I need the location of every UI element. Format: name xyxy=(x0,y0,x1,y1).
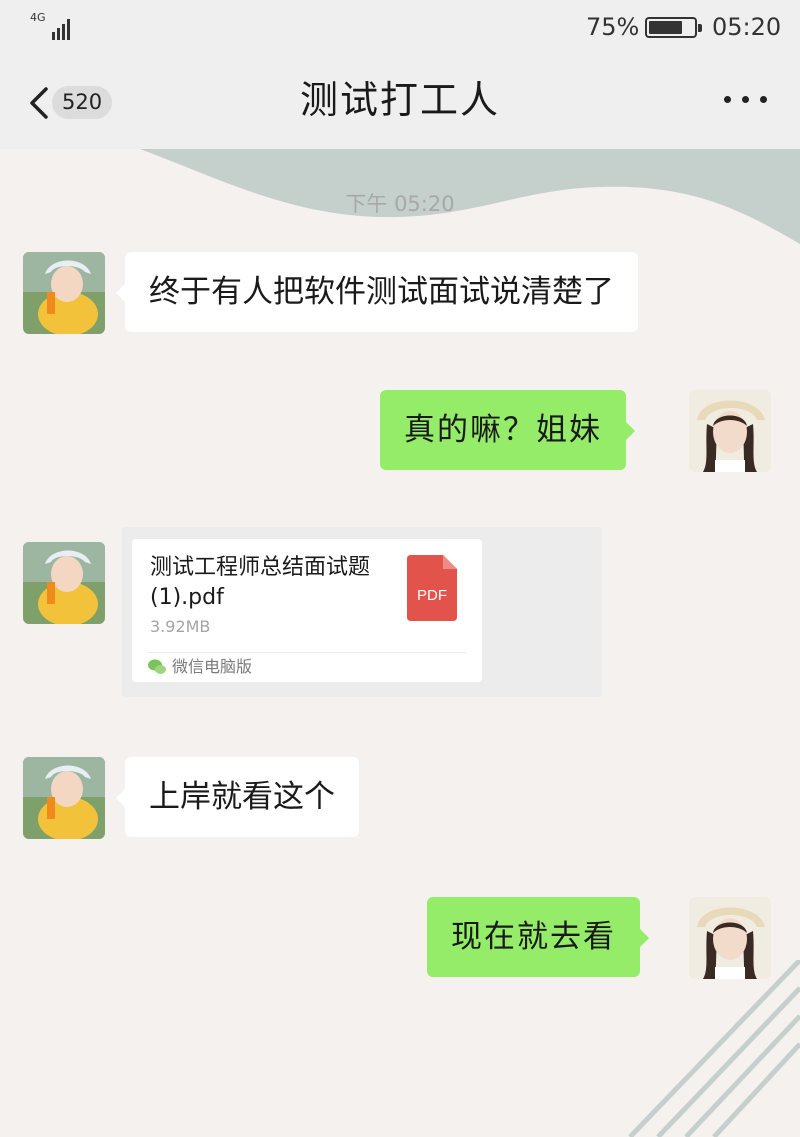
wechat-icon xyxy=(148,659,166,674)
my-avatar[interactable] xyxy=(689,390,771,472)
message-bubble-outgoing[interactable]: 真的嘛？姐妹 xyxy=(380,390,635,470)
decorative-stripes xyxy=(628,960,800,1137)
chat-title: 测试打工人 xyxy=(299,78,500,122)
status-bar: 4G 75% 05:20 xyxy=(0,0,800,56)
message-bubble-outgoing[interactable]: 现在就去看 xyxy=(427,897,649,977)
signal-icon: 4G xyxy=(30,12,74,42)
more-dots-icon[interactable] xyxy=(724,96,768,106)
contact-avatar[interactable] xyxy=(23,757,105,839)
network-type: 4G xyxy=(30,11,46,24)
status-time: 05:20 xyxy=(712,13,782,41)
message-text: 真的嘛？姐妹 xyxy=(404,412,602,448)
message-text: 上岸就看这个 xyxy=(149,779,335,815)
pdf-file-icon: PDF xyxy=(407,555,457,621)
battery-icon xyxy=(645,17,702,38)
file-source: 微信电脑版 xyxy=(172,657,253,676)
message-text: 终于有人把软件测试面试说清楚了 xyxy=(149,274,614,310)
file-name: 测试工程师总结面试题 (1).pdf xyxy=(150,555,371,610)
contact-avatar[interactable] xyxy=(23,542,105,624)
message-bubble-incoming[interactable]: 上岸就看这个 xyxy=(116,757,359,837)
message-text: 现在就去看 xyxy=(451,919,616,955)
file-size: 3.92MB xyxy=(150,617,211,636)
chat-header: 520 测试打工人 xyxy=(0,56,800,149)
my-avatar[interactable] xyxy=(689,897,771,979)
chat-timestamp: 下午 05:20 xyxy=(345,192,455,216)
divider xyxy=(148,652,466,653)
file-message-card[interactable]: 测试工程师总结面试题 (1).pdf 3.92MB PDF 微信电脑版 xyxy=(132,539,482,682)
message-bubble-incoming[interactable]: 终于有人把软件测试面试说清楚了 xyxy=(116,252,638,332)
contact-avatar[interactable] xyxy=(23,252,105,334)
pdf-label: PDF xyxy=(417,587,447,604)
battery-percent: 75% xyxy=(586,13,640,41)
